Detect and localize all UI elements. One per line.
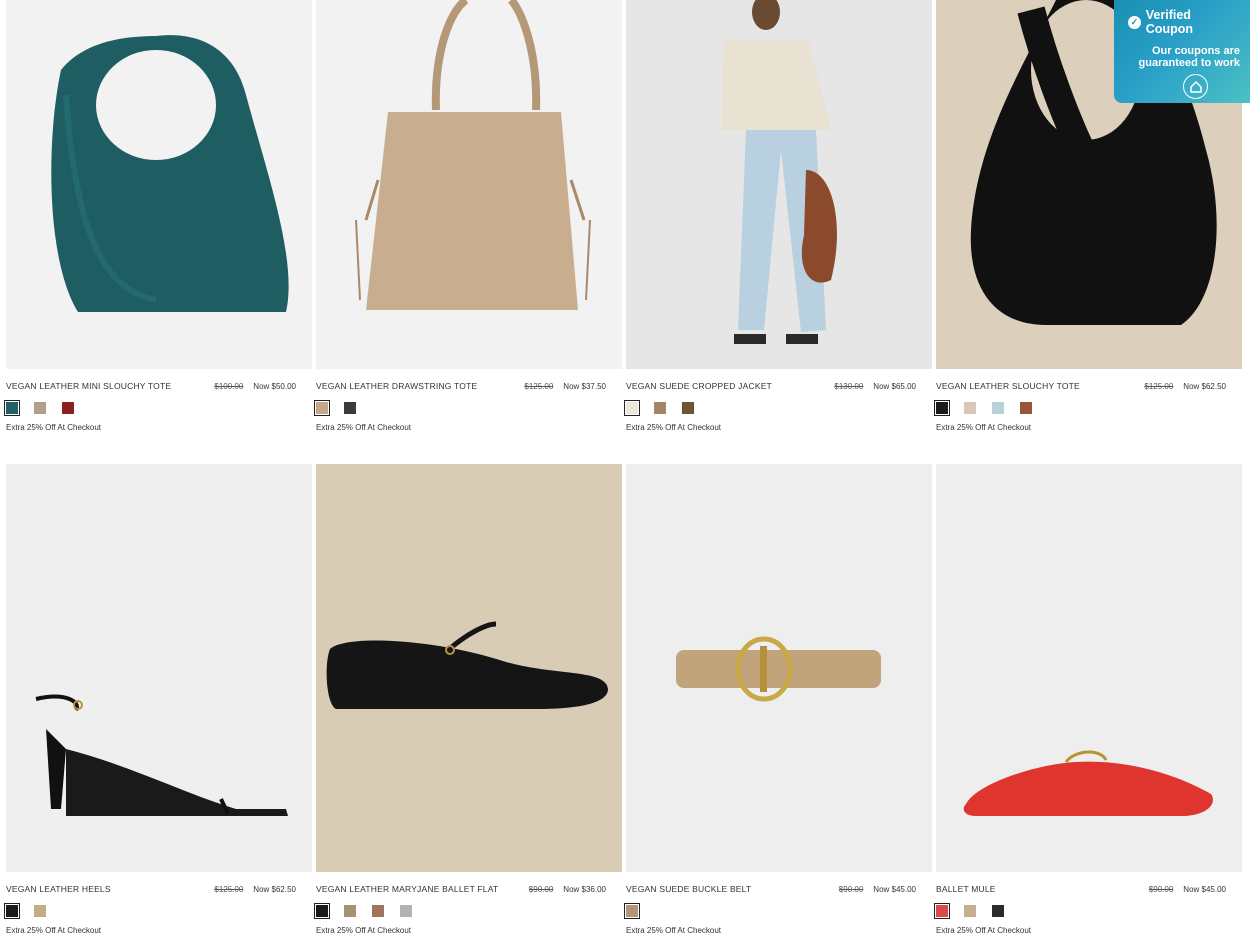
product-image[interactable] [936, 464, 1242, 872]
product-image[interactable] [626, 464, 932, 872]
color-swatches [4, 903, 312, 919]
product-image[interactable] [316, 464, 622, 872]
promo-text: Extra 25% Off At Checkout [6, 926, 102, 935]
color-swatch[interactable] [934, 400, 950, 416]
sale-price: Now $36.00 [563, 884, 606, 894]
original-price: $90.00 [528, 884, 554, 894]
color-swatch[interactable] [682, 402, 694, 414]
home-icon[interactable] [1183, 74, 1208, 99]
product-name[interactable]: VEGAN LEATHER MARYJANE BALLET FLAT [316, 884, 498, 894]
color-swatches [934, 903, 1242, 919]
sale-price: Now $37.50 [563, 381, 606, 391]
check-icon: ✓ [1128, 15, 1141, 29]
promo-text: Extra 25% Off At Checkout [626, 423, 722, 432]
color-swatch[interactable] [34, 402, 46, 414]
color-swatch[interactable] [344, 905, 356, 917]
color-swatch[interactable] [4, 400, 20, 416]
color-swatch[interactable] [344, 402, 356, 414]
original-price: $100.00 [214, 381, 244, 391]
color-swatch[interactable] [654, 402, 666, 414]
color-swatch[interactable] [400, 905, 412, 917]
product-image[interactable] [6, 464, 312, 872]
color-swatches [314, 400, 622, 416]
color-swatches [624, 400, 932, 416]
sale-price: Now $45.00 [1183, 884, 1226, 894]
promo-text: Extra 25% Off At Checkout [316, 926, 412, 935]
color-swatch[interactable] [34, 905, 46, 917]
sale-price: Now $45.00 [873, 884, 916, 894]
promo-text: Extra 25% Off At Checkout [626, 926, 722, 935]
product-name[interactable]: VEGAN LEATHER DRAWSTRING TOTE [316, 381, 477, 391]
color-swatch[interactable] [62, 402, 74, 414]
color-swatch[interactable] [964, 905, 976, 917]
coupon-message: Our coupons are guaranteed to work [1138, 45, 1240, 69]
product-name[interactable]: VEGAN SUEDE CROPPED JACKET [626, 381, 772, 391]
promo-text: Extra 25% Off At Checkout [316, 423, 412, 432]
sale-price: Now $50.00 [253, 381, 296, 391]
original-price: $130.00 [834, 381, 864, 391]
coupon-title: Verified Coupon [1145, 8, 1193, 36]
original-price: $90.00 [1148, 884, 1174, 894]
color-swatch[interactable] [964, 402, 976, 414]
product-name[interactable]: VEGAN LEATHER SLOUCHY TOTE [936, 381, 1080, 391]
original-price: $90.00 [838, 884, 864, 894]
product-name[interactable]: VEGAN LEATHER HEELS [6, 884, 111, 894]
color-swatch[interactable] [934, 903, 950, 919]
original-price: $125.00 [524, 381, 554, 391]
color-swatch[interactable] [314, 903, 330, 919]
original-price: $125.00 [1144, 381, 1174, 391]
color-swatch[interactable] [624, 903, 640, 919]
verified-coupon-widget[interactable]: ✓ Verified Coupon Our coupons are guaran… [1114, 0, 1250, 103]
promo-text: Extra 25% Off At Checkout [936, 423, 1032, 432]
sale-price: Now $62.50 [253, 884, 296, 894]
color-swatch[interactable] [4, 903, 20, 919]
color-swatches [934, 400, 1242, 416]
product-name[interactable]: VEGAN SUEDE BUCKLE BELT [626, 884, 751, 894]
color-swatch[interactable] [1020, 402, 1032, 414]
product-name[interactable]: BALLET MULE [936, 884, 996, 894]
color-swatch[interactable] [372, 905, 384, 917]
color-swatch[interactable] [624, 400, 640, 416]
color-swatches [314, 903, 622, 919]
color-swatch[interactable] [992, 402, 1004, 414]
sale-price: Now $62.50 [1183, 381, 1226, 391]
promo-text: Extra 25% Off At Checkout [936, 926, 1032, 935]
color-swatches [624, 903, 932, 919]
product-image[interactable] [6, 0, 312, 369]
product-name[interactable]: VEGAN LEATHER MINI SLOUCHY TOTE [6, 381, 171, 391]
original-price: $125.00 [214, 884, 244, 894]
color-swatch[interactable] [992, 905, 1004, 917]
product-image[interactable] [626, 0, 932, 369]
color-swatch[interactable] [314, 400, 330, 416]
product-image[interactable] [316, 0, 622, 369]
promo-text: Extra 25% Off At Checkout [6, 423, 102, 432]
color-swatches [4, 400, 312, 416]
sale-price: Now $65.00 [873, 381, 916, 391]
